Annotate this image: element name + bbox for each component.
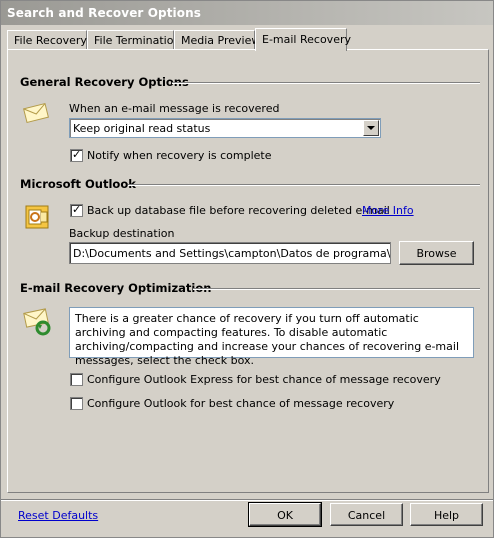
options-dialog: Search and Recover Options File Recovery…: [0, 0, 494, 538]
when-recovered-label: When an e-mail message is recovered: [69, 102, 280, 115]
checkmark-icon: ✓: [72, 203, 82, 216]
title-bar[interactable]: Search and Recover Options: [1, 1, 493, 25]
optimization-info-text: There is a greater chance of recovery if…: [75, 312, 460, 367]
optimization-info-box: There is a greater chance of recovery if…: [69, 307, 474, 367]
outlook-express-label: Configure Outlook Express for best chanc…: [87, 373, 441, 386]
outlook-divider: [128, 184, 480, 186]
envelope-recover-icon: [22, 306, 52, 339]
browse-button[interactable]: Browse: [399, 241, 474, 265]
backup-destination-value: D:\Documents and Settings\campton\Datos …: [73, 247, 391, 260]
outlook-label: Configure Outlook for best chance of mes…: [87, 397, 395, 410]
read-status-select[interactable]: Keep original read status: [69, 118, 381, 138]
general-divider: [172, 82, 480, 84]
more-info-link[interactable]: More Info: [362, 204, 414, 217]
general-section-title: General Recovery Options: [20, 75, 189, 89]
optimization-section-title: E-mail Recovery Optimization: [20, 281, 212, 295]
tab-file-termination[interactable]: File Termination: [87, 30, 180, 50]
email-recovery-panel: General Recovery Options When an e-mail …: [7, 49, 489, 493]
window-title: Search and Recover Options: [7, 6, 202, 20]
envelope-icon: [22, 102, 50, 127]
outlook-icon: [25, 205, 49, 232]
notify-label: Notify when recovery is complete: [87, 149, 272, 162]
outlook-express-checkbox[interactable]: [70, 373, 83, 386]
backup-destination-input[interactable]: D:\Documents and Settings\campton\Datos …: [69, 242, 391, 264]
outlook-section-title: Microsoft Outlook: [20, 177, 136, 191]
tab-file-recovery[interactable]: File Recovery: [7, 30, 87, 50]
checkmark-icon: ✓: [72, 148, 82, 161]
footer-divider: [1, 499, 493, 501]
reset-defaults-link[interactable]: Reset Defaults: [18, 509, 98, 522]
ok-button[interactable]: OK: [248, 502, 322, 527]
cancel-button[interactable]: Cancel: [330, 503, 403, 526]
tab-media-preview[interactable]: Media Preview: [174, 30, 260, 50]
chevron-down-icon[interactable]: [363, 120, 379, 136]
tab-email-recovery[interactable]: E-mail Recovery: [255, 28, 351, 51]
backup-checkbox[interactable]: ✓: [70, 203, 83, 217]
backup-destination-label: Backup destination: [69, 227, 175, 240]
outlook-checkbox[interactable]: [70, 397, 83, 410]
help-button[interactable]: Help: [410, 503, 483, 526]
notify-checkbox[interactable]: ✓: [70, 148, 83, 162]
backup-label: Back up database file before recovering …: [87, 204, 390, 217]
read-status-value: Keep original read status: [73, 122, 211, 135]
optimization-divider: [193, 288, 480, 290]
